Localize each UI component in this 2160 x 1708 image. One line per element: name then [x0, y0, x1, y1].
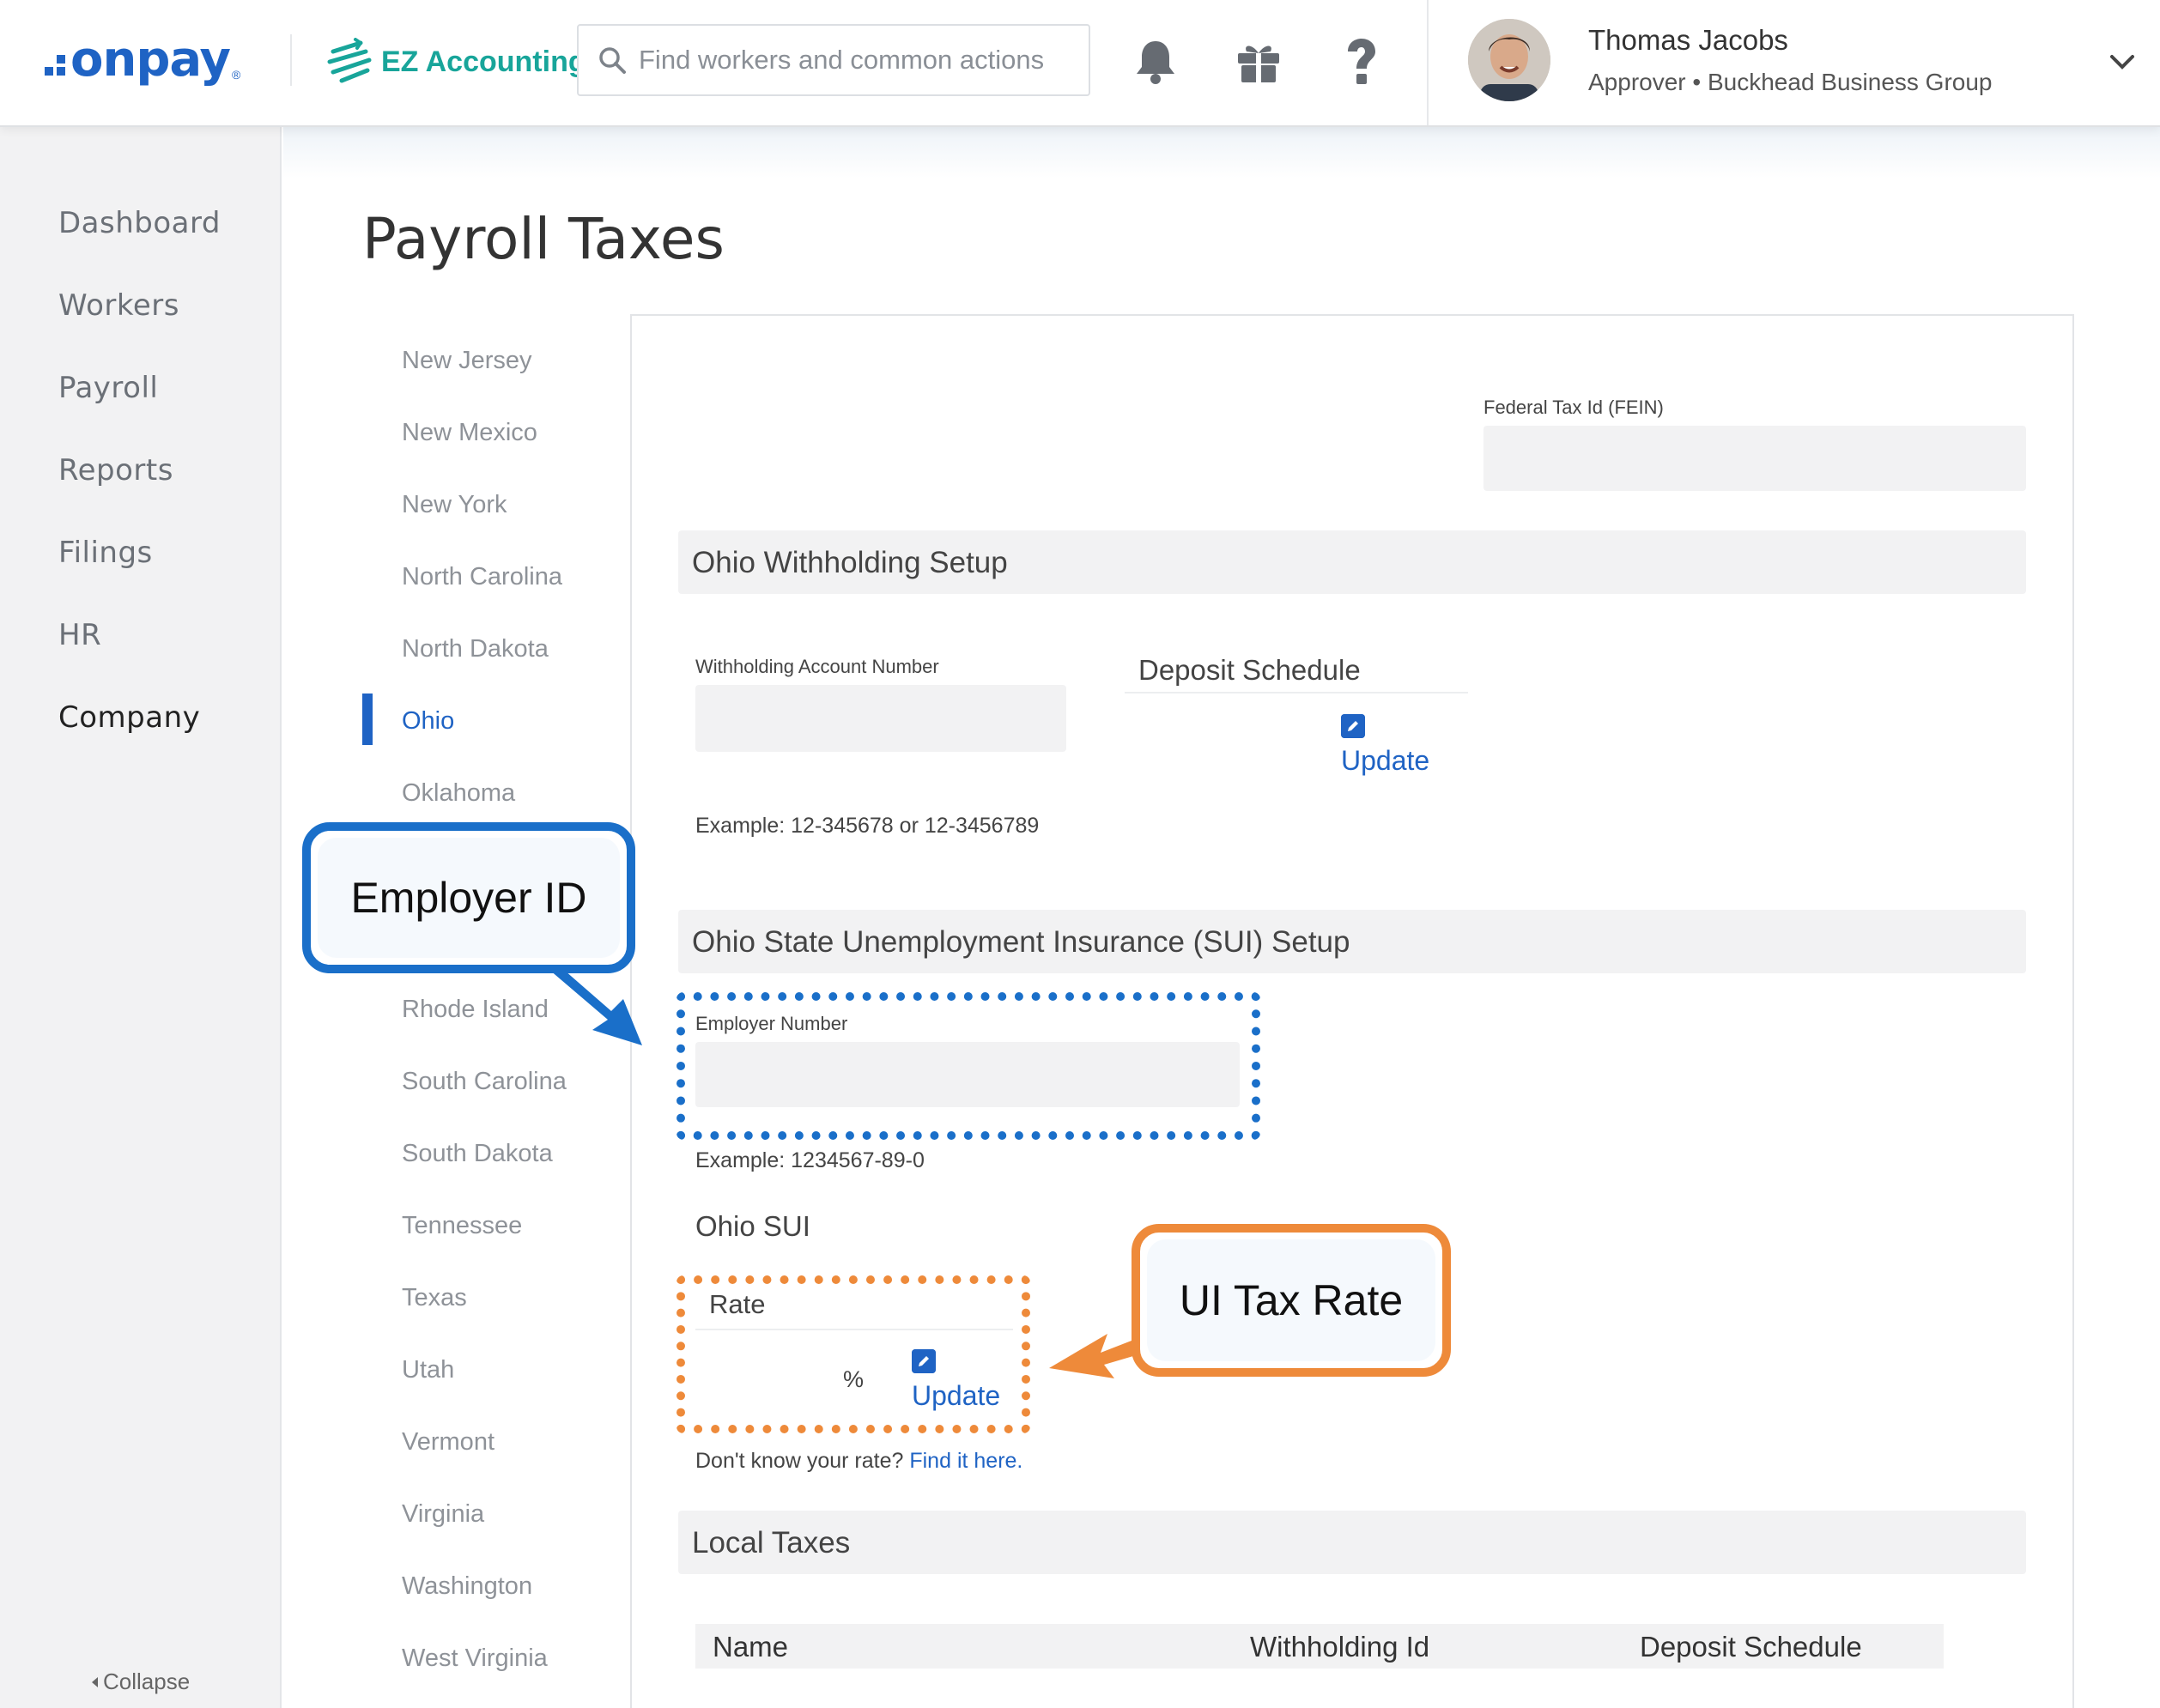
avatar	[1468, 19, 1550, 101]
active-state-indicator	[362, 693, 373, 745]
fein-label: Federal Tax Id (FEIN)	[1483, 397, 1664, 418]
withholding-example: Example: 12-345678 or 12-3456789	[695, 814, 1040, 838]
arrow-blue	[549, 965, 642, 1045]
sidebar-item-dashboard[interactable]: Dashboard	[58, 206, 221, 240]
column-header-deposit-schedule: Deposit Schedule	[1640, 1631, 1862, 1663]
ui-tax-rate-callout-text: UI Tax Rate	[1179, 1276, 1404, 1324]
rate-help-question: Don't know your rate?	[695, 1449, 904, 1473]
employer-number-highlight	[677, 992, 1260, 1140]
collapse-label: Collapse	[103, 1669, 191, 1694]
local-taxes-table-header: Name Withholding Id Deposit Schedule	[695, 1624, 1944, 1669]
deposit-schedule-divider	[1125, 692, 1468, 693]
search-icon	[599, 47, 626, 74]
withholding-account-label: Withholding Account Number	[695, 656, 939, 677]
sidebar-item-payroll[interactable]: Payroll	[58, 371, 158, 405]
employer-id-callout-text: Employer ID	[350, 874, 587, 922]
state-item[interactable]: Texas	[402, 1284, 467, 1312]
rate-help-text: Don't know your rate? Find it here.	[695, 1449, 1022, 1474]
sui-section-header: Ohio State Unemployment Insurance (SUI) …	[678, 910, 2026, 973]
ohio-sui-heading: Ohio SUI	[695, 1210, 810, 1242]
logo-mark-icon	[45, 55, 65, 76]
state-item[interactable]: Tennessee	[402, 1212, 522, 1240]
user-menu[interactable]: Thomas Jacobs Approver • Buckhead Busine…	[1427, 0, 2160, 125]
sidebar-item-filings[interactable]: Filings	[58, 536, 153, 570]
state-item[interactable]: New Jersey	[402, 347, 532, 375]
state-item[interactable]: Rhode Island	[402, 996, 549, 1024]
local-taxes-title: Local Taxes	[692, 1526, 851, 1560]
state-item-active[interactable]: Ohio	[402, 707, 454, 736]
caret-left-icon	[92, 1676, 98, 1687]
sidebar-item-reports[interactable]: Reports	[58, 453, 173, 488]
user-role: Approver • Buckhead Business Group	[1588, 69, 1993, 95]
ez-accounting-label: EZ Accounting	[381, 45, 586, 78]
column-header-withholding-id: Withholding Id	[1250, 1631, 1430, 1663]
state-item[interactable]: Vermont	[402, 1428, 494, 1457]
chevron-down-icon[interactable]	[2105, 46, 2139, 77]
state-item[interactable]: Washington	[402, 1572, 532, 1601]
state-item[interactable]: New Mexico	[402, 419, 537, 447]
find-rate-link[interactable]: Find it here.	[909, 1449, 1022, 1473]
logo-registered-mark: ®	[232, 68, 241, 82]
ez-accounting-icon	[327, 38, 372, 83]
sidebar-item-hr[interactable]: HR	[58, 618, 101, 652]
header-divider	[290, 34, 292, 86]
state-item[interactable]: South Dakota	[402, 1140, 553, 1168]
top-header: onpay ® EZ Accounting Find workers and c…	[0, 0, 2160, 127]
local-taxes-section-header: Local Taxes	[678, 1511, 2026, 1574]
sidebar-item-company[interactable]: Company	[58, 700, 200, 735]
edit-icon[interactable]	[1341, 714, 1365, 738]
employer-id-callout: Employer ID	[302, 822, 635, 973]
help-icon[interactable]	[1336, 36, 1387, 88]
state-item[interactable]: Utah	[402, 1356, 454, 1384]
state-item[interactable]: North Carolina	[402, 563, 562, 591]
sidebar-item-workers[interactable]: Workers	[58, 288, 179, 323]
ez-accounting-link[interactable]: EZ Accounting	[326, 34, 586, 89]
left-sidebar: Dashboard Workers Payroll Reports Filing…	[0, 127, 282, 1708]
sui-section-title: Ohio State Unemployment Insurance (SUI) …	[692, 925, 1350, 959]
state-item[interactable]: New York	[402, 491, 507, 519]
state-item[interactable]: Oklahoma	[402, 779, 515, 808]
withholding-section-header: Ohio Withholding Setup	[678, 530, 2026, 594]
bell-icon[interactable]	[1130, 36, 1181, 88]
onpay-logo[interactable]: onpay ®	[45, 29, 240, 89]
search-input[interactable]: Find workers and common actions	[577, 24, 1090, 96]
logo-text: onpay	[70, 31, 231, 88]
rate-highlight	[677, 1275, 1030, 1433]
ui-tax-rate-callout: UI Tax Rate	[1132, 1224, 1451, 1377]
fein-field[interactable]	[1483, 426, 2026, 491]
page-title: Payroll Taxes	[362, 206, 725, 272]
state-item[interactable]: South Carolina	[402, 1068, 567, 1096]
state-item[interactable]: North Dakota	[402, 635, 549, 663]
search-placeholder: Find workers and common actions	[639, 45, 1045, 75]
collapse-button[interactable]: Collapse	[89, 1669, 190, 1695]
withholding-section-title: Ohio Withholding Setup	[692, 546, 1008, 579]
withholding-account-field[interactable]	[695, 685, 1066, 752]
employer-number-example: Example: 1234567-89-0	[695, 1148, 925, 1172]
content-top-shadow	[283, 127, 2160, 179]
state-item[interactable]: Virginia	[402, 1500, 484, 1529]
state-item[interactable]: West Virginia	[402, 1644, 548, 1673]
user-name: Thomas Jacobs	[1588, 24, 1788, 56]
gift-icon[interactable]	[1233, 36, 1284, 88]
column-header-name: Name	[713, 1631, 789, 1663]
deposit-schedule-label: Deposit Schedule	[1138, 654, 1361, 686]
deposit-schedule-update-link[interactable]: Update	[1341, 745, 1429, 777]
